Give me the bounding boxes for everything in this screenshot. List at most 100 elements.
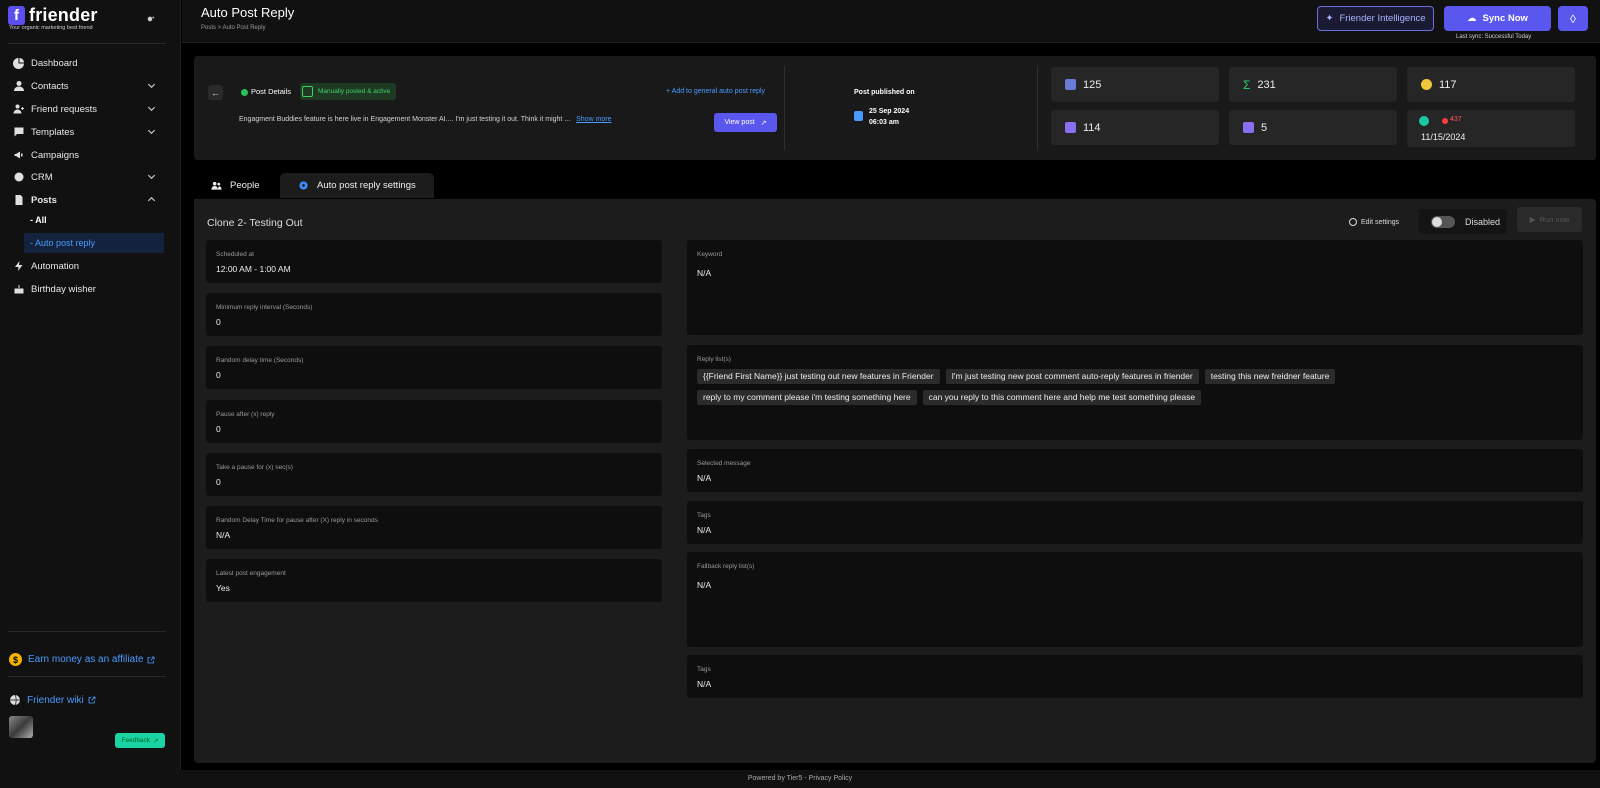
show-more-link[interactable]: Show more	[576, 116, 611, 123]
stat-reactions: 117	[1407, 67, 1575, 102]
field-min-reply-interval: Minimum reply interval (Seconds) 0	[206, 293, 662, 336]
field-label: Random delay time (Seconds)	[216, 357, 304, 364]
chevron-down-icon	[147, 83, 156, 89]
field-value: N/A	[697, 473, 712, 483]
sidebar-item-posts[interactable]: Posts	[0, 189, 181, 211]
stat-value: 125	[1083, 78, 1102, 91]
sidebar-subitem-auto-post-reply[interactable]: - Auto post reply	[24, 233, 164, 253]
dollar-coin-icon: $	[9, 653, 22, 666]
diamond-icon: ◊	[1570, 11, 1576, 26]
friender-intelligence-button[interactable]: ✦ Friender Intelligence	[1317, 6, 1434, 31]
stat-total: Σ 231	[1229, 67, 1397, 102]
view-post-label: View post	[724, 119, 755, 126]
external-link-icon	[148, 656, 155, 663]
sidebar-item-label: CRM	[31, 171, 53, 183]
status-badge: Manually posted & active	[300, 83, 397, 100]
field-value: N/A	[697, 580, 712, 590]
friender-intelligence-label: Friender Intelligence	[1339, 13, 1426, 24]
affiliate-link[interactable]: $ Earn money as an affiliate	[9, 653, 155, 666]
brand-logo[interactable]: f friender	[8, 5, 98, 26]
megaphone-icon	[14, 151, 23, 159]
view-post-button[interactable]: View post ↗	[714, 113, 777, 132]
sidebar-item-campaigns[interactable]: Campaigns	[0, 144, 181, 166]
sidebar-item-crm[interactable]: CRM	[0, 166, 181, 188]
external-link-icon: ↗	[153, 737, 159, 745]
add-to-general-auto-reply-link[interactable]: + Add to general auto post reply	[666, 88, 765, 95]
globe-icon	[10, 694, 20, 706]
gear-icon	[1349, 218, 1357, 226]
field-pause-after: Pause after (x) reply 0	[206, 400, 662, 443]
back-button[interactable]: ←	[208, 85, 223, 100]
topbar: Auto Post Reply Posts > Auto Post Reply …	[182, 0, 1600, 43]
field-label: Latest post engagement	[216, 570, 286, 577]
sidebar-item-dashboard[interactable]: Dashboard	[0, 52, 181, 74]
hand-icon	[302, 86, 313, 97]
external-link-icon	[88, 696, 96, 704]
edit-settings-button[interactable]: Edit settings	[1349, 218, 1399, 226]
sidebar-subitem-label: - Auto post reply	[30, 238, 96, 248]
sidebar-item-automation[interactable]: Automation	[0, 255, 181, 277]
breadcrumb[interactable]: Posts > Auto Post Reply	[201, 25, 266, 31]
sidebar-item-label: Templates	[31, 126, 75, 138]
tab-label: People	[230, 180, 260, 191]
field-value: N/A	[697, 525, 712, 535]
sidebar-item-friend-requests[interactable]: Friend requests	[0, 98, 181, 120]
post-details-label: Post Details	[251, 87, 292, 96]
chevron-down-icon	[147, 174, 156, 180]
published-datetime: 25 Sep 2024 06:03 am	[869, 106, 909, 128]
sidebar-item-birthday-wisher[interactable]: Birthday wisher	[0, 278, 181, 300]
field-label: Minimum reply interval (Seconds)	[216, 304, 313, 311]
published-label: Post published on	[854, 89, 915, 96]
chevron-down-icon	[147, 106, 156, 112]
field-keyword: Keyword N/A	[687, 240, 1583, 335]
field-label: Pause after (x) reply	[216, 411, 275, 418]
sidebar-item-templates[interactable]: Templates	[0, 121, 181, 143]
field-random-pause-delay: Random Delay Time for pause after (X) re…	[206, 506, 662, 549]
field-value: Yes	[216, 583, 230, 593]
post-excerpt: Engagment Buddies feature is here live i…	[239, 116, 612, 123]
feedback-button[interactable]: Feedback ↗	[115, 733, 165, 748]
stat-value: 5	[1261, 121, 1268, 134]
field-label: Tags	[697, 512, 711, 519]
field-fallback-reply-list: Fallback reply list(s) N/A	[687, 552, 1583, 647]
wiki-link[interactable]: Friender wiki	[9, 694, 96, 706]
chat-bubble-icon	[1243, 122, 1254, 133]
sidebar-item-contacts[interactable]: Contacts	[0, 75, 181, 97]
stat-comments: 114	[1051, 110, 1219, 145]
sidebar-divider	[8, 676, 166, 677]
wiki-link-label: Friender wiki	[27, 694, 84, 706]
stat-reach: 125	[1051, 67, 1219, 102]
affiliate-link-label: Earn money as an affiliate	[28, 654, 144, 665]
diamond-button[interactable]: ◊	[1558, 6, 1588, 31]
avatar[interactable]	[9, 716, 33, 738]
reply-chip: can you reply to this comment here and h…	[922, 390, 1202, 405]
add-user-icon	[13, 104, 24, 114]
stat-date: 11/15/2024	[1421, 132, 1466, 142]
crm-icon	[14, 172, 24, 182]
field-label: Selected message	[697, 460, 751, 467]
tab-people[interactable]: People	[197, 173, 274, 198]
field-value: N/A	[697, 679, 712, 689]
run-now-button[interactable]: ▶ Run now	[1517, 207, 1582, 232]
pie-chart-icon	[13, 58, 24, 69]
comment-icon	[1065, 122, 1076, 133]
sync-now-button[interactable]: ☁ Sync Now	[1444, 6, 1551, 31]
field-selected-message: Selected message N/A	[687, 449, 1583, 492]
chevron-down-icon	[147, 129, 156, 135]
field-label: Scheduled at	[216, 251, 254, 258]
stat-value: 117	[1439, 78, 1457, 91]
field-scheduled-at: Scheduled at 12:00 AM - 1:00 AM	[206, 240, 662, 283]
settings-panel: Clone 2- Testing Out Edit settings Disab…	[194, 199, 1596, 763]
enable-toggle[interactable]	[1431, 215, 1455, 228]
tab-auto-post-reply-settings[interactable]: Auto post reply settings	[280, 173, 434, 198]
sidebar-item-label: Dashboard	[31, 57, 78, 69]
stat-alert-count: 437	[1450, 116, 1462, 123]
page-title: Auto Post Reply	[201, 5, 295, 20]
last-sync-status: Last sync: Successful Today	[1456, 34, 1532, 40]
status-badge-label: Manually posted & active	[318, 88, 391, 95]
enable-toggle-group: Disabled	[1419, 209, 1507, 234]
stat-value: 231	[1257, 78, 1276, 91]
cake-icon	[14, 285, 24, 294]
gear-icon[interactable]	[143, 12, 157, 26]
sidebar-subitem-all[interactable]: - All	[24, 210, 164, 230]
